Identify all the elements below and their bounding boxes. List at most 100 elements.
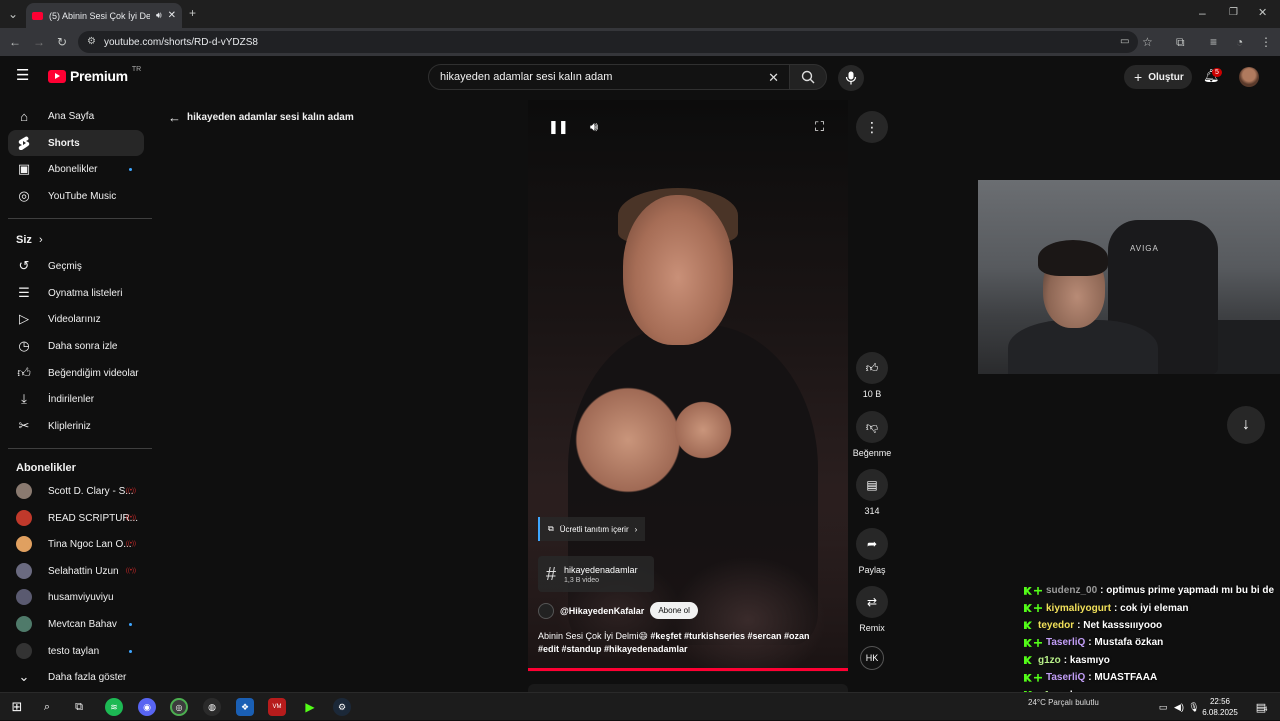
voicemeeter-icon[interactable]: VM	[268, 698, 286, 716]
clear-search-icon[interactable]: ✕	[768, 70, 779, 86]
subscribe-button[interactable]: Abone ol	[650, 602, 698, 619]
pause-icon[interactable]: ❚❚	[548, 119, 569, 135]
chat-username[interactable]: sudenz_00	[1046, 585, 1097, 596]
clock-icon: ◷	[18, 338, 30, 353]
bookmark-star-icon[interactable]: ☆	[1142, 36, 1153, 48]
sidebar-item-label: husamviyuviyu	[48, 591, 114, 603]
forward-icon[interactable]: →	[33, 36, 45, 48]
sidebar-subscription[interactable]: testo taylan	[8, 638, 144, 664]
create-button[interactable]: + Oluştur	[1124, 65, 1192, 89]
channel-handle[interactable]: @HikayedenKafalar	[560, 606, 644, 616]
sidebar-item-liked-videos[interactable]: 👍︎ Beğendiğim videolar	[8, 360, 144, 386]
youtube-play-logo-icon	[48, 69, 66, 83]
new-tab-icon[interactable]: +	[189, 7, 196, 19]
back-icon[interactable]: ←	[9, 36, 21, 48]
sidebar-subscription[interactable]: Selahattin Uzun ((•))	[8, 558, 144, 584]
sidebar-subscription[interactable]: Mevtcan Bahav	[8, 611, 144, 637]
sidebar: ⌂ Ana Sayfa Shorts ▣ Abonelikler ◎ YouTu…	[0, 100, 160, 692]
weather-widget[interactable]: 24°C Parçalı bulutlu	[1028, 698, 1099, 707]
sidebar-item-label: Videolarınız	[48, 313, 101, 325]
chevron-right-icon: ›	[38, 234, 43, 246]
search-icon[interactable]: ⌕	[38, 698, 56, 716]
app-icon[interactable]: ❖	[236, 698, 254, 716]
hashtag-card[interactable]: # hikayedenadamlar 1,3 B video	[538, 556, 654, 592]
browser-tab[interactable]: (5) Abinin Sesi Çok İyi Delmi 🔊︎ ✕	[26, 3, 182, 28]
steam-icon[interactable]: ⚙	[333, 698, 351, 716]
restore-icon[interactable]: ❐	[1229, 7, 1238, 19]
kick-icon[interactable]: ▶	[301, 698, 319, 716]
minimize-icon[interactable]: –	[1199, 7, 1206, 19]
speaker-icon[interactable]: 🔊︎	[156, 10, 162, 21]
sidebar-item-shorts[interactable]: Shorts	[8, 130, 144, 156]
shorts-video-player[interactable]: ❚❚ 🔊︎ ⛶ ⧉ Ücretli tanıtım içerir › # hik…	[528, 100, 848, 672]
channel-avatar[interactable]	[538, 602, 554, 619]
windows-start-icon[interactable]: ⊞	[8, 698, 26, 716]
discord-icon[interactable]: ◉	[138, 698, 156, 716]
logo-text: Premium	[70, 68, 128, 84]
spotify-icon[interactable]: ≋	[105, 698, 123, 716]
chat-username[interactable]: teyedor	[1038, 620, 1074, 631]
chat-username[interactable]: TaserliQ	[1046, 637, 1085, 648]
tab-close-icon[interactable]: ✕	[168, 10, 176, 21]
chat-username[interactable]: kiymaliyogurt	[1046, 603, 1111, 614]
more-options-button[interactable]: ⋮	[856, 111, 888, 143]
next-short-button[interactable]: ↓	[1227, 406, 1265, 444]
site-info-icon[interactable]: ⚙	[87, 36, 96, 48]
tab-search-icon[interactable]: ⌄	[8, 8, 18, 20]
system-clock[interactable]: 22:56 6.08.2025	[1200, 696, 1240, 718]
sidebar-subscription[interactable]: Scott D. Clary - S... ((•))	[8, 478, 144, 504]
like-button[interactable]: 👍︎ 10 B	[856, 352, 888, 399]
search-value: hikayeden adamlar sesi kalın adam	[440, 71, 613, 83]
hamburger-menu-icon[interactable]: ☰	[16, 68, 29, 83]
search-button[interactable]	[789, 64, 827, 90]
sidebar-item-home[interactable]: ⌂ Ana Sayfa	[8, 103, 144, 129]
sidebar-item-label: Scott D. Clary - S...	[48, 485, 134, 497]
next-short-preview[interactable]	[528, 684, 848, 692]
media-icon[interactable]: ≡	[1210, 36, 1217, 48]
share-button[interactable]: ➦ Paylaş	[856, 528, 888, 575]
chat-message: TaserliQ: MUASTFAAA	[1024, 669, 1280, 686]
sidebar-subscription[interactable]: husamviyuviyu	[8, 584, 144, 610]
chat-username[interactable]: g1zo	[1038, 655, 1061, 666]
you-section-title[interactable]: Siz ›	[16, 234, 43, 246]
window-close-icon[interactable]: ✕	[1258, 7, 1267, 19]
remix-button[interactable]: ⇄ Remix	[856, 586, 888, 633]
sidebar-item-clips[interactable]: ✂ Klipleriniz	[8, 413, 144, 439]
voice-search-button[interactable]	[838, 65, 864, 91]
sound-channel-avatar[interactable]: HK	[856, 646, 888, 670]
sidebar-item-subscriptions[interactable]: ▣ Abonelikler	[8, 156, 144, 182]
comments-button[interactable]: ▤ 314	[856, 469, 888, 516]
sidebar-subscription[interactable]: Tina Ngoc Lan O... ((•))	[8, 531, 144, 557]
sidebar-item-watch-later[interactable]: ◷ Daha sonra izle	[8, 333, 144, 359]
sidebar-item-history[interactable]: ↺ Geçmiş	[8, 253, 144, 279]
account-avatar[interactable]	[1239, 67, 1259, 87]
sidebar-item-playlists[interactable]: ☰ Oynatma listeleri	[8, 280, 144, 306]
extensions-icon[interactable]: ⧉	[1176, 36, 1185, 48]
dislike-button[interactable]: 👎︎ Beğenme	[853, 411, 891, 458]
sidebar-item-youtube-music[interactable]: ◎ YouTube Music	[8, 183, 144, 209]
chat-username[interactable]: TaserliQ	[1046, 672, 1085, 683]
subscriber-badge-icon	[1034, 673, 1042, 682]
show-more-button[interactable]: ⌄ Daha fazla göster	[8, 664, 144, 690]
search-back-link[interactable]: ← hikayeden adamlar sesi kalın adam	[168, 110, 354, 125]
address-bar[interactable]: ⚙ youtube.com/shorts/RD-d-vYDZS8 ▭	[78, 31, 1138, 53]
sidebar-subscription[interactable]: READ SCRIPTUR... ((•))	[8, 505, 144, 531]
video-title[interactable]: Abinin Sesi Çok İyi Delmi😄 #keşfet #turk…	[538, 630, 828, 656]
menu-kebab-icon[interactable]: ⋮	[1260, 36, 1272, 48]
fullscreen-icon[interactable]: ⛶	[815, 119, 824, 135]
task-view-icon[interactable]: ⧉	[70, 698, 88, 716]
sidebar-item-your-videos[interactable]: ▷ Videolarınız	[8, 306, 144, 332]
webcam-person-body	[1008, 320, 1158, 374]
cast-icon[interactable]: ▭	[1120, 36, 1129, 48]
profile-icon[interactable]: ◔	[1236, 36, 1243, 48]
search-input[interactable]: hikayeden adamlar sesi kalın adam ✕	[428, 64, 790, 90]
volume-icon[interactable]: 🔊︎	[590, 119, 598, 135]
obs-icon[interactable]: ◍	[203, 698, 221, 716]
hashtag-name: hikayedenadamlar	[564, 564, 638, 575]
youtube-logo[interactable]: Premium TR	[48, 66, 141, 84]
reload-icon[interactable]: ↻	[57, 36, 67, 48]
video-progress-bar[interactable]	[528, 668, 848, 671]
sidebar-item-downloads[interactable]: ⤓ İndirilenler	[8, 386, 144, 412]
chrome-icon[interactable]: ◎	[170, 698, 188, 716]
paid-promotion-label[interactable]: ⧉ Ücretli tanıtım içerir ›	[538, 517, 646, 541]
